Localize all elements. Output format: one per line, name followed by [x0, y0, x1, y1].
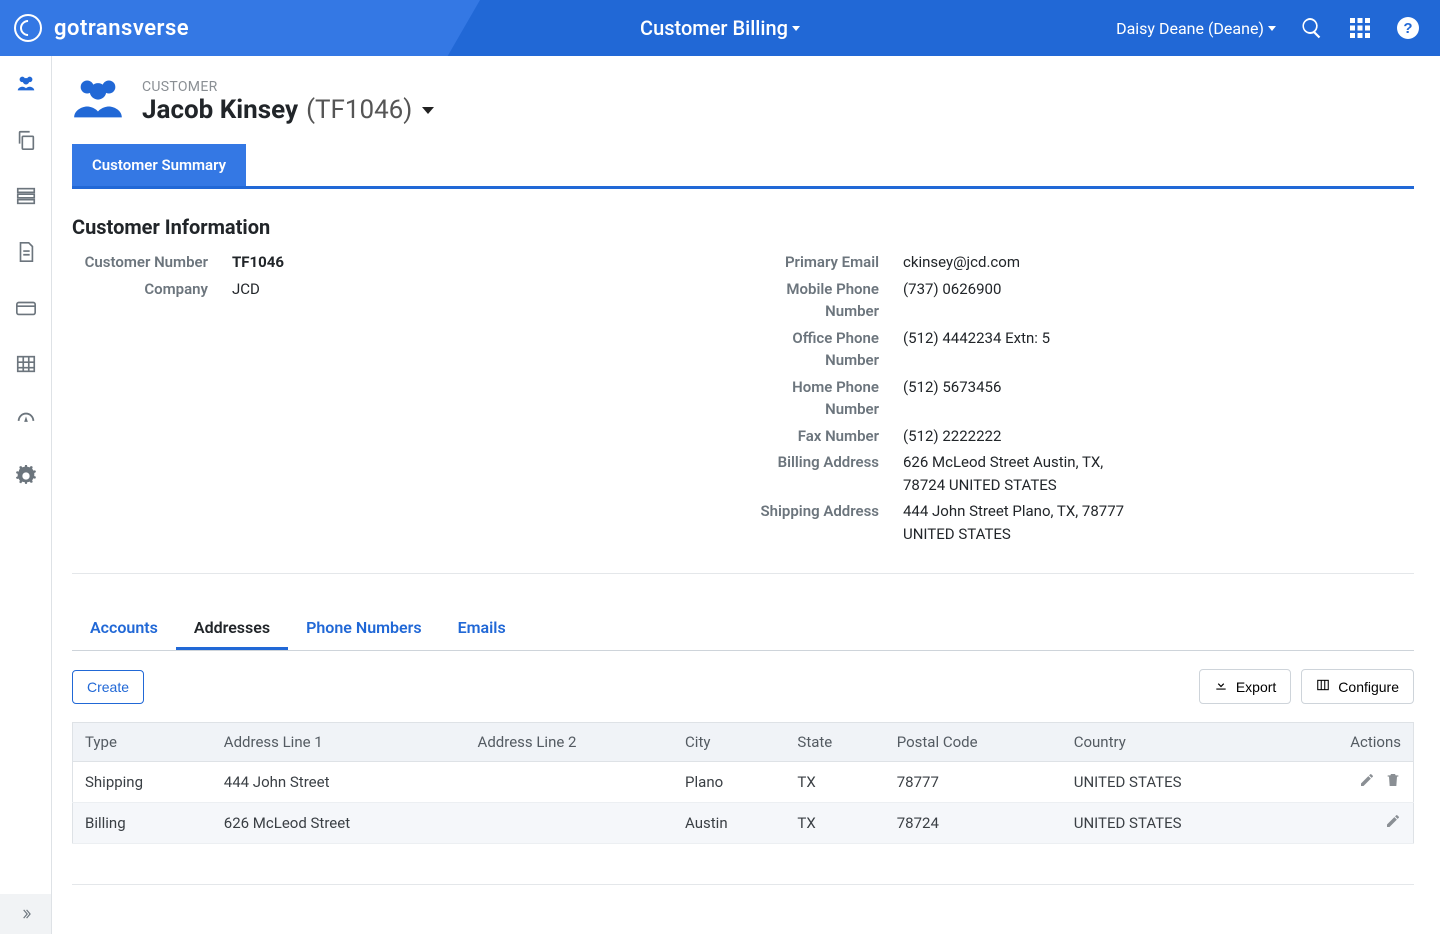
customer-label: CUSTOMER: [142, 79, 434, 95]
app-header: gotransverse Customer Billing Daisy Dean…: [0, 0, 1440, 56]
info-label: Office Phone Number: [743, 327, 903, 372]
brand-name: gotransverse: [54, 16, 189, 41]
module-title: Customer Billing: [640, 16, 788, 40]
cell-country: UNITED STATES: [1062, 762, 1285, 803]
info-value: (512) 4442234 Extn: 5: [903, 327, 1050, 372]
col-postal-code: Postal Code: [885, 723, 1062, 762]
edit-icon[interactable]: [1359, 772, 1375, 788]
user-name: Daisy Deane (Deane): [1116, 19, 1264, 38]
info-value: (512) 2222222: [903, 425, 1001, 448]
col-address-line-1: Address Line 1: [212, 723, 466, 762]
subtab-accounts[interactable]: Accounts: [72, 608, 176, 650]
help-icon[interactable]: ?: [1396, 16, 1420, 40]
customer-id: (TF1046): [306, 95, 412, 125]
cell-state: TX: [785, 762, 884, 803]
customer-title-dropdown[interactable]: Jacob Kinsey (TF1046): [142, 95, 434, 125]
cell-state: TX: [785, 803, 884, 844]
sidebar-item-document[interactable]: [0, 224, 51, 280]
user-menu[interactable]: Daisy Deane (Deane): [1116, 19, 1276, 38]
cell-line2: [466, 803, 674, 844]
section-divider: [72, 573, 1414, 574]
caret-down-icon: [1268, 26, 1276, 31]
col-state: State: [785, 723, 884, 762]
create-button[interactable]: Create: [72, 670, 144, 704]
download-icon: [1214, 678, 1228, 695]
info-value: TF1046: [232, 251, 284, 274]
cell-type: Shipping: [73, 762, 212, 803]
cell-postal: 78724: [885, 803, 1062, 844]
configure-button[interactable]: Configure: [1301, 669, 1414, 704]
info-label: Company: [72, 278, 232, 301]
search-icon[interactable]: [1300, 16, 1324, 40]
cell-city: Austin: [673, 803, 785, 844]
col-address-line-2: Address Line 2: [466, 723, 674, 762]
customers-icon: [72, 74, 124, 130]
apps-grid-icon[interactable]: [1348, 16, 1372, 40]
info-label: Shipping Address: [743, 500, 903, 545]
cell-postal: 78777: [885, 762, 1062, 803]
subtab-addresses[interactable]: Addresses: [176, 608, 288, 650]
sidebar-item-customers[interactable]: [0, 56, 51, 112]
cell-line1: 444 John Street: [212, 762, 466, 803]
primary-tabs: Customer Summary: [72, 144, 1414, 189]
info-label: Fax Number: [743, 425, 903, 448]
info-value: JCD: [232, 278, 260, 301]
info-value: 444 John Street Plano, TX, 78777 UNITED …: [903, 500, 1143, 545]
info-value: (737) 0626900: [903, 278, 1001, 323]
section-divider: [72, 884, 1414, 885]
customer-name: Jacob Kinsey: [142, 95, 298, 125]
cell-line2: [466, 762, 674, 803]
module-switcher[interactable]: Customer Billing: [640, 16, 800, 40]
cell-actions: [1284, 803, 1413, 844]
table-row: Shipping444 John Street PlanoTX78777UNITE…: [73, 762, 1414, 803]
brand-logo-icon: [14, 14, 42, 42]
configure-label: Configure: [1338, 679, 1399, 695]
svg-text:?: ?: [1403, 20, 1412, 37]
info-label: Mobile Phone Number: [743, 278, 903, 323]
sidebar-item-table[interactable]: [0, 336, 51, 392]
main-content: CUSTOMER Jacob Kinsey (TF1046) Customer …: [52, 56, 1440, 934]
addresses-table: TypeAddress Line 1Address Line 2CityStat…: [72, 722, 1414, 844]
sidebar-item-dashboard[interactable]: [0, 392, 51, 448]
edit-icon[interactable]: [1385, 813, 1401, 829]
customer-header: CUSTOMER Jacob Kinsey (TF1046): [72, 74, 1414, 130]
subtab-phone-numbers[interactable]: Phone Numbers: [288, 608, 440, 650]
info-label: Customer Number: [72, 251, 232, 274]
caret-down-icon: [792, 26, 800, 31]
sidebar: [0, 56, 52, 934]
export-label: Export: [1236, 679, 1276, 695]
info-value: (512) 5673456: [903, 376, 1001, 421]
delete-icon[interactable]: [1385, 772, 1401, 788]
cell-country: UNITED STATES: [1062, 803, 1285, 844]
cell-line1: 626 McLeod Street: [212, 803, 466, 844]
info-label: Primary Email: [743, 251, 903, 274]
cell-actions: [1284, 762, 1413, 803]
table-toolbar: Create Export Configure: [72, 669, 1414, 704]
sidebar-expand-button[interactable]: [0, 894, 51, 934]
info-value: 626 McLeod Street Austin, TX, 78724 UNIT…: [903, 451, 1143, 496]
sidebar-item-copy[interactable]: [0, 112, 51, 168]
customer-info-grid: Customer NumberTF1046CompanyJCD Primary …: [72, 251, 1414, 549]
col-city: City: [673, 723, 785, 762]
sidebar-item-database[interactable]: [0, 168, 51, 224]
cell-city: Plano: [673, 762, 785, 803]
col-country: Country: [1062, 723, 1285, 762]
columns-icon: [1316, 678, 1330, 695]
subtab-emails[interactable]: Emails: [440, 608, 524, 650]
col-type: Type: [73, 723, 212, 762]
table-row: Billing626 McLeod Street AustinTX78724UNI…: [73, 803, 1414, 844]
info-label: Home Phone Number: [743, 376, 903, 421]
section-title: Customer Information: [72, 215, 1414, 239]
sidebar-item-payment[interactable]: [0, 280, 51, 336]
info-label: Billing Address: [743, 451, 903, 496]
export-button[interactable]: Export: [1199, 669, 1291, 704]
cell-type: Billing: [73, 803, 212, 844]
subtabs: AccountsAddressesPhone NumbersEmails: [72, 608, 1414, 651]
caret-down-icon: [422, 107, 434, 114]
sidebar-item-settings[interactable]: [0, 448, 51, 504]
col-actions: Actions: [1284, 723, 1413, 762]
tab-customer-summary[interactable]: Customer Summary: [72, 144, 246, 186]
info-value: ckinsey@jcd.com: [903, 251, 1020, 274]
